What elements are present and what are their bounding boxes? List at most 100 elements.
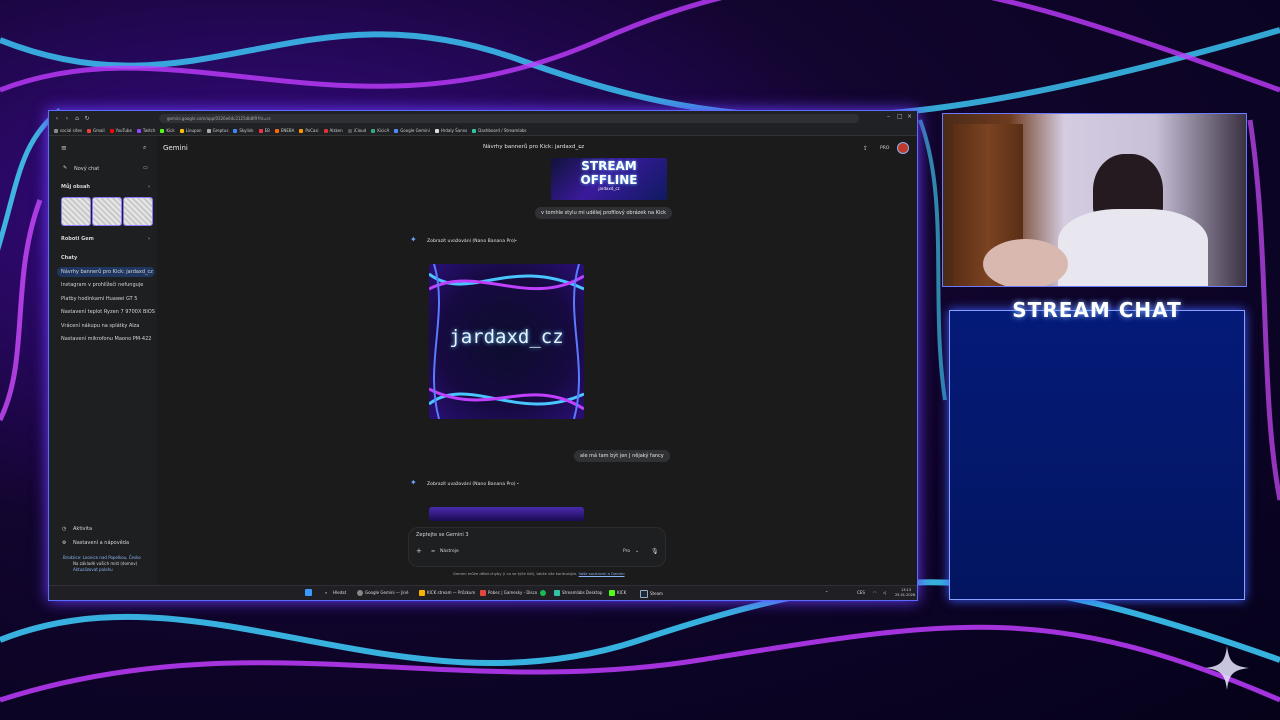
bookmark-label: KicicA xyxy=(377,128,390,133)
reload-icon[interactable]: ↻ xyxy=(83,114,91,123)
bookmark-item[interactable]: KicicA xyxy=(371,126,389,135)
taskbar-app[interactable]: Pobec | Gamesky - Disco xyxy=(480,590,537,596)
language-indicator[interactable]: CES xyxy=(857,590,865,595)
new-chat-button[interactable]: Nový chat xyxy=(74,166,99,172)
update-location-link[interactable]: Aktualizovat polohu xyxy=(73,567,113,572)
chevron-down-icon[interactable]: ⌄ xyxy=(516,481,520,486)
bookmark-item[interactable]: Dashboard / Streamlabs xyxy=(472,126,527,135)
bookmark-icon xyxy=(206,129,211,133)
bookmark-icon xyxy=(347,129,352,133)
home-icon[interactable]: ⌂ xyxy=(73,114,81,123)
new-chat-icon[interactable]: ✎ xyxy=(63,165,67,171)
chevron-down-icon[interactable]: ⌄ xyxy=(578,144,583,150)
gemini-logo[interactable]: Gemini xyxy=(163,144,188,152)
add-icon[interactable]: + xyxy=(416,547,422,555)
gems-heading[interactable]: Roboti Gem xyxy=(61,236,94,242)
generated-image-text: jardaxd_cz xyxy=(449,326,564,348)
chat-item[interactable]: Vrácení nákupu na splátky Alza xyxy=(61,323,139,329)
menu-icon[interactable]: ≡ xyxy=(61,144,67,152)
bookmark-item[interactable]: Hrdaly Šanns xyxy=(434,126,467,135)
privacy-link[interactable]: Vaše soukromí a Gemini xyxy=(579,571,625,576)
chevron-down-icon[interactable]: ⌄ xyxy=(514,238,518,243)
avatar[interactable] xyxy=(897,142,909,154)
bookmark-item[interactable]: social sites xyxy=(54,126,82,135)
show-reasoning-toggle[interactable]: Zobrazit uvažování (Nano Banana Pro) xyxy=(427,482,516,487)
taskbar-app[interactable] xyxy=(540,590,548,596)
start-icon[interactable] xyxy=(305,589,314,596)
microphone-icon[interactable]: 🎙 xyxy=(651,548,659,555)
bookmark-icon xyxy=(472,129,477,133)
taskbar-app[interactable]: Google Gemini — Jiné xyxy=(357,590,408,596)
chat-item[interactable]: Návrhy bannerů pro Kick: jardaxd_cz xyxy=(61,269,153,275)
webcam-feed xyxy=(942,113,1247,287)
chevron-right-icon[interactable]: › xyxy=(148,184,150,190)
bookmark-icon xyxy=(136,129,141,133)
tools-button[interactable]: Nástroje xyxy=(440,549,459,554)
browser-tabbar: ‹ › ⌂ ↻ gemini.google.com/app/0326e64c21… xyxy=(49,111,917,126)
chevron-down-icon[interactable]: ⌄ xyxy=(635,548,639,554)
chat-item[interactable]: Platby hodinkami Huawei GT 5 xyxy=(61,296,138,302)
activity-icon: ◷ xyxy=(62,526,67,532)
bookmark-item[interactable]: iCloud xyxy=(347,126,366,135)
generated-image[interactable]: jardaxd_cz xyxy=(429,264,584,419)
prompt-input[interactable]: Zeptejte se Gemini 3 xyxy=(416,532,469,538)
bookmarks-bar: social sites Gmail YouTube Twitch Kick Linupo… xyxy=(49,126,917,136)
search-icon[interactable]: ⌕ xyxy=(143,144,146,152)
bookmark-label: EB xyxy=(264,128,270,133)
bookmark-item[interactable]: Alzken xyxy=(323,126,343,135)
bookmark-item[interactable]: PoCasi xyxy=(299,126,319,135)
activity-link[interactable]: Aktivita xyxy=(73,526,92,532)
bookmark-item[interactable]: YouTube xyxy=(109,126,132,135)
prompt-input-box[interactable]: Zeptejte se Gemini 3 + ⚌ Nástroje Pro ⌄ … xyxy=(408,527,666,567)
bookmark-icon xyxy=(109,129,114,133)
back-icon[interactable]: ‹ xyxy=(53,114,61,123)
search-icon[interactable]: ⌕ xyxy=(325,590,327,595)
chevron-right-icon[interactable]: › xyxy=(148,236,150,242)
address-bar[interactable]: gemini.google.com/app/0326e64c2125db8f9?… xyxy=(159,114,859,123)
taskbar-app-label: KICK stream — Průzkum xyxy=(427,590,476,595)
bookmark-item[interactable]: ENEBA xyxy=(274,126,294,135)
compose-icon[interactable]: ▭ xyxy=(143,165,148,171)
gemini-spark-icon: ✦ xyxy=(410,478,417,487)
content-thumbnail[interactable] xyxy=(123,197,153,226)
bookmark-item[interactable]: Linupon xyxy=(179,126,202,135)
settings-link[interactable]: Nastavení a nápověda xyxy=(73,540,129,546)
chat-item[interactable]: Instagram v prohlížeči nefunguje xyxy=(61,282,143,288)
bookmark-item[interactable]: Gmail xyxy=(86,126,105,135)
clock-time[interactable]: 13:13 xyxy=(901,588,911,592)
content-thumbnail[interactable] xyxy=(92,197,122,226)
share-icon[interactable]: ⇪ xyxy=(863,145,868,152)
tray-chevron-icon[interactable]: ⌃ xyxy=(825,590,828,595)
bookmark-label: PoCasi xyxy=(305,128,319,133)
maximize-icon[interactable]: □ xyxy=(897,113,903,120)
mode-selector[interactable]: Pro xyxy=(623,549,630,554)
bookmark-item[interactable]: EB xyxy=(258,126,270,135)
bookmark-item[interactable]: Kick xyxy=(160,126,175,135)
my-content-heading[interactable]: Můj obsah xyxy=(61,184,90,190)
forward-icon[interactable]: › xyxy=(63,114,71,123)
taskbar-app[interactable]: Streamlabs Desktop xyxy=(554,590,602,596)
chat-item[interactable]: Nastavení teplot Ryzen 7 9700X BIOS xyxy=(61,309,155,315)
bookmark-item[interactable]: Skylink xyxy=(233,126,254,135)
bookmark-label: Dashboard / Streamlabs xyxy=(478,128,527,133)
taskbar-app[interactable]: KICK stream — Průzkum xyxy=(419,590,475,596)
sparkle-icon xyxy=(1205,646,1249,690)
offline-banner-image[interactable]: STREAM OFFLINE jardaxd_cz xyxy=(551,158,667,200)
minimize-icon[interactable]: – xyxy=(887,113,890,120)
taskbar-search[interactable]: Hledat xyxy=(333,590,346,595)
conversation-title[interactable]: Návrhy bannerů pro Kick: jardaxd_cz xyxy=(483,144,584,150)
taskbar-app[interactable]: KICK xyxy=(609,590,626,596)
close-icon[interactable]: × xyxy=(907,113,912,120)
taskbar-app[interactable]: Steam xyxy=(640,590,663,598)
volume-icon[interactable]: ◁ xyxy=(883,590,886,595)
bookmark-item[interactable]: Greptus xyxy=(206,126,228,135)
show-reasoning-toggle[interactable]: Zobrazit uvažování (Nano Banana Pro) xyxy=(427,239,516,244)
content-thumbnail[interactable] xyxy=(61,197,91,226)
bookmark-label: Kick xyxy=(166,128,175,133)
wifi-icon[interactable]: ◠ xyxy=(873,590,877,595)
chat-item[interactable]: Nastavení mikrofonu Maono PM-422 xyxy=(61,336,151,342)
bookmark-item[interactable]: Google Gemini xyxy=(394,126,430,135)
bookmark-item[interactable]: Twitch xyxy=(136,126,155,135)
generated-image-partial[interactable] xyxy=(429,507,584,521)
clock-date[interactable]: 25.01.2026 xyxy=(895,593,915,597)
